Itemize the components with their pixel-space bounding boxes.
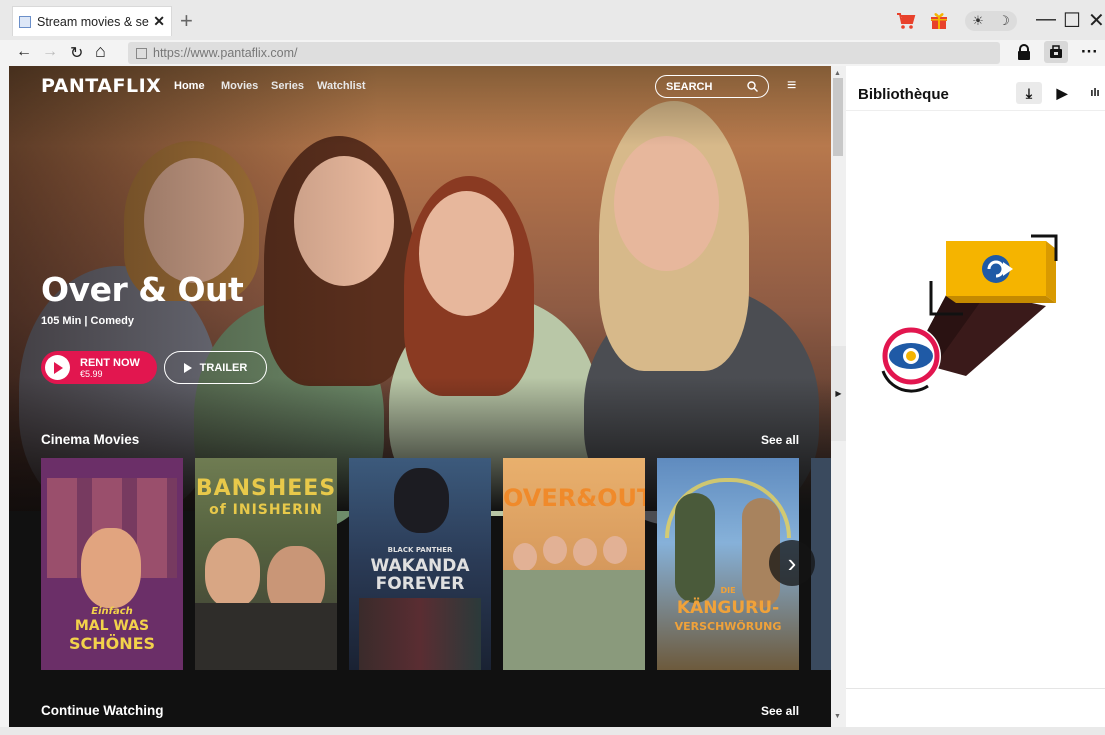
url-text: https://www.pantaflix.com/: [153, 46, 298, 60]
home-icon[interactable]: ⌂: [95, 41, 106, 62]
moon-icon[interactable]: ☽: [998, 13, 1010, 29]
scroll-down-icon[interactable]: ▼: [834, 713, 841, 720]
hero-title: Over & Out: [41, 270, 244, 309]
address-bar: ← → ↻ ⌂ https://www.pantaflix.com/ ···: [0, 40, 1105, 66]
rent-now-button[interactable]: RENT NOW €5.99: [41, 351, 157, 384]
nav-series[interactable]: Series: [271, 80, 304, 92]
poster-mal-was-schones[interactable]: Einfach MAL WAS SCHÖNES: [41, 458, 183, 670]
extension-button[interactable]: [1044, 41, 1068, 63]
search-icon: [747, 81, 758, 92]
site-search-box[interactable]: SEARCH: [655, 75, 769, 98]
play-triangle-icon: [183, 362, 192, 373]
sidebar-title: Bibliothèque: [858, 86, 949, 103]
download-tab-icon[interactable]: ⤓: [1016, 82, 1042, 104]
gift-icon[interactable]: [930, 11, 948, 30]
minimize-button[interactable]: —: [1036, 8, 1056, 31]
close-window-button[interactable]: ✕: [1088, 8, 1105, 33]
rent-price: €5.99: [80, 368, 103, 379]
browser-window: Stream movies & seri ✕ + ☀ ☽ — ☐ ✕ ← → ↻…: [0, 0, 1105, 735]
lock-icon[interactable]: [1017, 44, 1031, 60]
briefcase-icon: [1050, 45, 1062, 58]
hero-meta: 105 Min | Comedy: [41, 315, 134, 327]
status-bar: [0, 727, 1105, 735]
back-icon[interactable]: ←: [16, 43, 32, 61]
tab-title: Stream movies & seri: [37, 14, 150, 29]
continue-watching-title: Continue Watching: [41, 703, 164, 718]
empty-library-illustration: [881, 234, 1058, 393]
tab-bar: Stream movies & seri ✕ + ☀ ☽ — ☐ ✕: [0, 0, 1105, 40]
sun-icon[interactable]: ☀: [972, 13, 984, 29]
pantaflix-logo[interactable]: PANTAFLIX: [41, 75, 161, 97]
carousel-next-arrow[interactable]: ›: [769, 540, 815, 586]
nav-movies[interactable]: Movies: [221, 80, 258, 92]
rent-label: RENT NOW: [80, 356, 140, 369]
url-field[interactable]: https://www.pantaflix.com/: [128, 42, 1000, 64]
site-navigation: PANTAFLIX Home Movies Series Watchlist S…: [9, 66, 831, 106]
web-page: PANTAFLIX Home Movies Series Watchlist S…: [9, 66, 831, 727]
audio-tab-icon[interactable]: ılı: [1082, 82, 1105, 104]
page-favicon-icon: [19, 15, 31, 28]
sidebar-toggle-handle[interactable]: ▶: [831, 346, 846, 441]
page-icon: [136, 47, 147, 59]
scrollbar-thumb[interactable]: [833, 78, 843, 156]
trailer-label: TRAILER: [199, 361, 248, 374]
more-menu-icon[interactable]: ···: [1081, 42, 1098, 62]
nav-watchlist[interactable]: Watchlist: [317, 80, 366, 92]
poster-over-out[interactable]: OVER&OUT: [503, 458, 645, 670]
video-tab-icon[interactable]: ▶: [1049, 82, 1075, 104]
search-label: SEARCH: [666, 80, 713, 93]
library-sidebar: Bibliothèque ⤓ ▶ ılı: [846, 66, 1105, 727]
poster-banshees[interactable]: BANSHEES of INISHERIN: [195, 458, 337, 670]
theme-toggle[interactable]: ☀ ☽: [965, 11, 1017, 31]
scroll-up-icon[interactable]: ▲: [834, 70, 841, 77]
tab-close-icon[interactable]: ✕: [153, 13, 165, 30]
browser-tab[interactable]: Stream movies & seri ✕: [12, 6, 172, 36]
hamburger-menu-icon[interactable]: ≡: [787, 77, 796, 95]
poster-wakanda[interactable]: BLACK PANTHER WAKANDA FOREVER: [349, 458, 491, 670]
cart-icon[interactable]: [896, 12, 916, 30]
maximize-button[interactable]: ☐: [1063, 8, 1081, 33]
forward-icon[interactable]: →: [42, 43, 58, 61]
new-tab-button[interactable]: +: [180, 8, 193, 34]
play-icon: [45, 355, 70, 380]
nav-home[interactable]: Home: [174, 80, 205, 92]
cinema-movies-carousel: Einfach MAL WAS SCHÖNES BANSHEES of INIS…: [41, 458, 831, 670]
cinema-movies-title: Cinema Movies: [41, 432, 140, 447]
trailer-button[interactable]: TRAILER: [164, 351, 267, 384]
reload-icon[interactable]: ↻: [70, 43, 83, 63]
cinema-see-all-link[interactable]: See all: [761, 433, 799, 447]
continue-see-all-link[interactable]: See all: [761, 704, 799, 718]
